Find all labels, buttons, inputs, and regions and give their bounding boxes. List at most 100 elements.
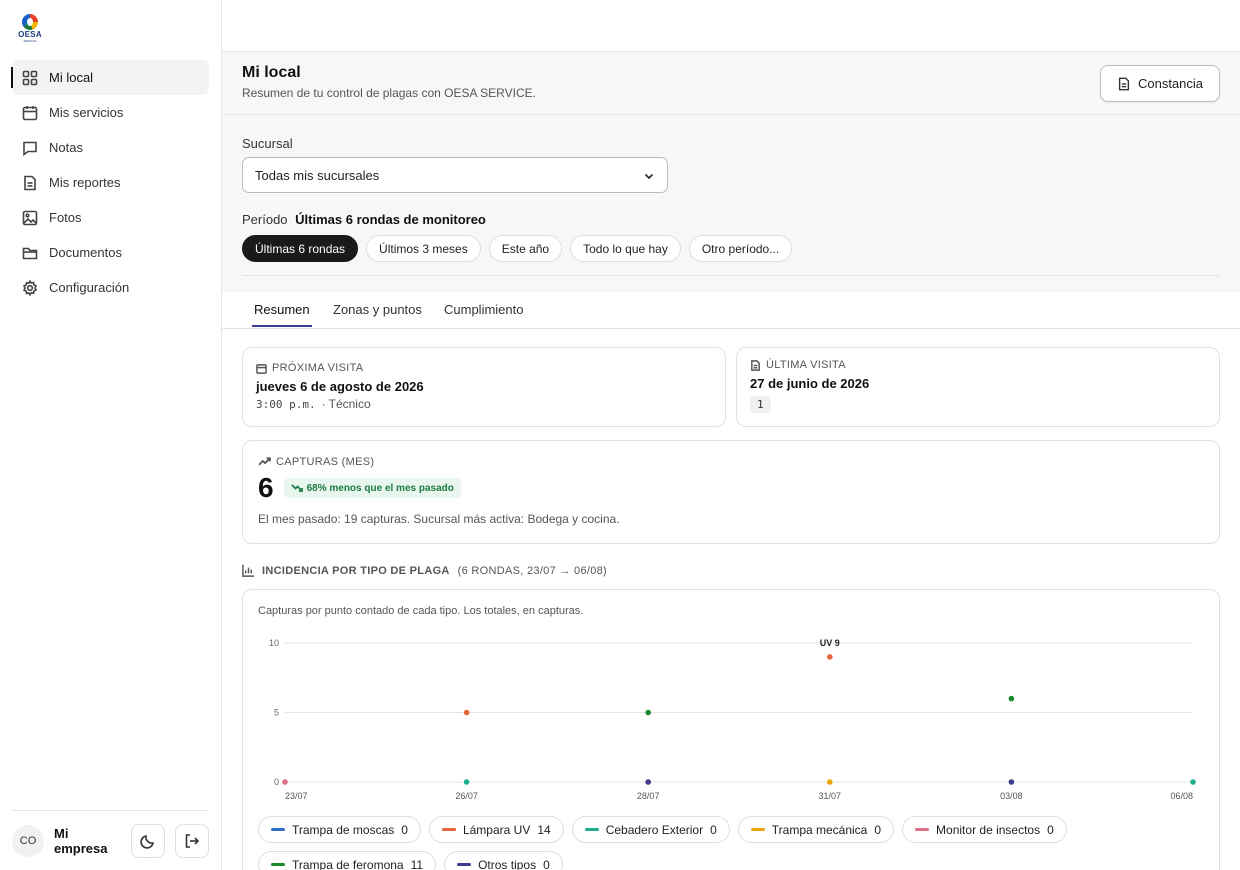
tab-zonas-y-puntos[interactable]: Zonas y puntos	[333, 302, 422, 317]
legend-count: 14	[537, 822, 551, 837]
sidebar-item-label: Fotos	[49, 210, 82, 225]
message-icon	[23, 141, 37, 156]
sidebar-item-label: Mi local	[49, 70, 94, 85]
chip-todo[interactable]: Todo lo que hay	[570, 235, 681, 262]
branch-select-value: Todas mis sucursales	[255, 167, 380, 183]
period-line: Período Últimas 6 rondas de monitoreo	[242, 212, 486, 227]
data-point[interactable]	[827, 654, 833, 660]
data-point[interactable]	[645, 779, 651, 785]
calendar-icon	[22, 105, 38, 120]
sidebar-nav: Mi local Mis servicios Notas Mis reporte…	[11, 60, 209, 305]
x-tick-label: 28/07	[637, 791, 660, 801]
captures-trend-badge: 68% menos que el mes pasado	[283, 478, 461, 498]
logout-button[interactable]	[175, 823, 209, 858]
legend-count: 0	[543, 857, 550, 870]
sidebar-item-configuracion[interactable]: Configuración	[12, 270, 209, 305]
legend-item[interactable]: Trampa de moscas 0	[258, 816, 421, 843]
legend-item[interactable]: Cebadero Exterior 0	[571, 816, 730, 843]
sidebar-item-label: Configuración	[49, 280, 130, 295]
chip-este-ano[interactable]: Este año	[488, 235, 563, 262]
y-tick-label: 10	[269, 638, 279, 648]
tab-bar: Resumen Zonas y puntos Cumplimiento	[222, 292, 1240, 329]
calendar-icon	[256, 363, 267, 374]
logo-tagline: SERVICE	[23, 39, 37, 43]
next-visit-date: jueves 6 de agosto de 2026	[256, 379, 424, 394]
legend-item[interactable]: Lámpara UV 14	[428, 816, 564, 843]
data-point[interactable]	[827, 779, 833, 785]
legend-item[interactable]: Monitor de insectos 0	[902, 816, 1067, 843]
legend-swatch	[271, 863, 285, 866]
captures-label-text: CAPTURAS (MES)	[276, 455, 375, 468]
active-tab-indicator	[252, 325, 312, 327]
tab-cumplimiento[interactable]: Cumplimiento	[444, 302, 523, 317]
last-visit-count-badge: 1	[750, 396, 771, 413]
legend-count: 0	[1047, 822, 1054, 837]
document-icon	[751, 359, 760, 371]
legend-item[interactable]: Trampa mecánica 0	[737, 816, 895, 843]
logout-icon	[185, 833, 200, 848]
image-icon	[22, 210, 38, 225]
sidebar-item-documentos[interactable]: Documentos	[12, 235, 209, 270]
next-visit-label: PRÓXIMA VISITA	[256, 362, 712, 374]
captures-value-row: 6 68% menos que el mes pasado	[258, 472, 1204, 504]
theme-toggle-button[interactable]	[131, 823, 165, 858]
oesa-logo[interactable]: OESA SERVICE	[14, 14, 46, 44]
company-name: Mi empresa	[54, 825, 108, 856]
sidebar-item-mis-servicios[interactable]: Mis servicios	[12, 95, 209, 130]
next-visit-label-text: PRÓXIMA VISITA	[272, 362, 364, 374]
period-chips: Últimas 6 rondas Últimos 3 meses Este añ…	[242, 235, 800, 262]
data-point[interactable]	[282, 779, 288, 785]
last-visit-card[interactable]: ÚLTIMA VISITA 27 de junio de 2026 1	[736, 347, 1220, 427]
data-point[interactable]	[463, 779, 470, 785]
sidebar-item-fotos[interactable]: Fotos	[12, 200, 209, 235]
chip-ultimas-6-rondas[interactable]: Últimas 6 rondas	[242, 235, 359, 262]
main-content: Mi local Resumen de tu control de plagas…	[222, 0, 1240, 870]
chip-otro-periodo[interactable]: Otro período...	[688, 235, 793, 262]
legend-item[interactable]: Trampa de feromona 11	[258, 851, 437, 870]
legend-label: Trampa de feromona	[292, 857, 404, 870]
data-point[interactable]	[463, 709, 470, 716]
sidebar-item-label: Notas	[49, 140, 83, 155]
document-icon	[1118, 77, 1130, 90]
sidebar-item-mi-local[interactable]: Mi local	[11, 60, 209, 95]
folder-icon	[22, 247, 38, 259]
next-visit-meta: 3:00 p.m. · Técnico	[256, 397, 712, 411]
sidebar-item-notas[interactable]: Notas	[12, 130, 209, 165]
chart-caption: Capturas por punto contado de cada tipo.…	[258, 605, 584, 617]
captures-label: CAPTURAS (MES)	[258, 455, 1204, 468]
incidence-heading: INCIDENCIA POR TIPO DE PLAGA (6 RONDAS, …	[242, 564, 607, 577]
chip-ultimos-3-meses[interactable]: Últimos 3 meses	[366, 235, 481, 262]
page-subtitle: Resumen de tu control de plagas con OESA…	[242, 86, 536, 100]
tab-resumen[interactable]: Resumen	[254, 302, 310, 317]
data-point[interactable]	[1190, 779, 1196, 785]
legend-count: 11	[410, 857, 424, 870]
data-point[interactable]	[1008, 695, 1015, 702]
legend-item[interactable]: Otros tipos 0	[444, 851, 563, 870]
legend-swatch	[457, 863, 472, 866]
logo-wordmark: OESA	[18, 30, 42, 39]
legend-count: 0	[710, 822, 717, 837]
last-visit-date: 27 de junio de 2026	[750, 376, 870, 391]
captures-note: El mes pasado: 19 capturas. Sucursal más…	[258, 512, 620, 526]
captures-value: 6	[258, 472, 274, 503]
sidebar-item-label: Mis reportes	[49, 175, 121, 190]
branch-select[interactable]: Todas mis sucursales	[242, 157, 668, 193]
legend-swatch	[915, 828, 930, 831]
legend-swatch	[441, 828, 456, 831]
next-visit-card[interactable]: PRÓXIMA VISITA jueves 6 de agosto de 202…	[242, 347, 726, 427]
data-point[interactable]	[645, 709, 651, 716]
trending-up-icon	[258, 457, 271, 466]
sidebar-item-mis-reportes[interactable]: Mis reportes	[12, 165, 209, 200]
y-tick-label: 0	[274, 777, 279, 787]
data-point[interactable]	[1008, 779, 1015, 785]
next-visit-role: Técnico	[328, 397, 371, 411]
separator-dot: ·	[321, 397, 326, 411]
x-tick-label: 03/08	[1000, 791, 1023, 801]
legend-swatch	[750, 828, 765, 831]
y-tick-label: 5	[274, 708, 279, 718]
captures-trend-text: 68% menos que el mes pasado	[306, 482, 454, 494]
constancia-button[interactable]: Constancia	[1100, 65, 1220, 102]
avatar[interactable]: CO	[12, 824, 44, 857]
legend-label: Monitor de insectos	[936, 822, 1041, 837]
sidebar: OESA SERVICE Mi local Mis servicios Nota…	[0, 0, 222, 870]
